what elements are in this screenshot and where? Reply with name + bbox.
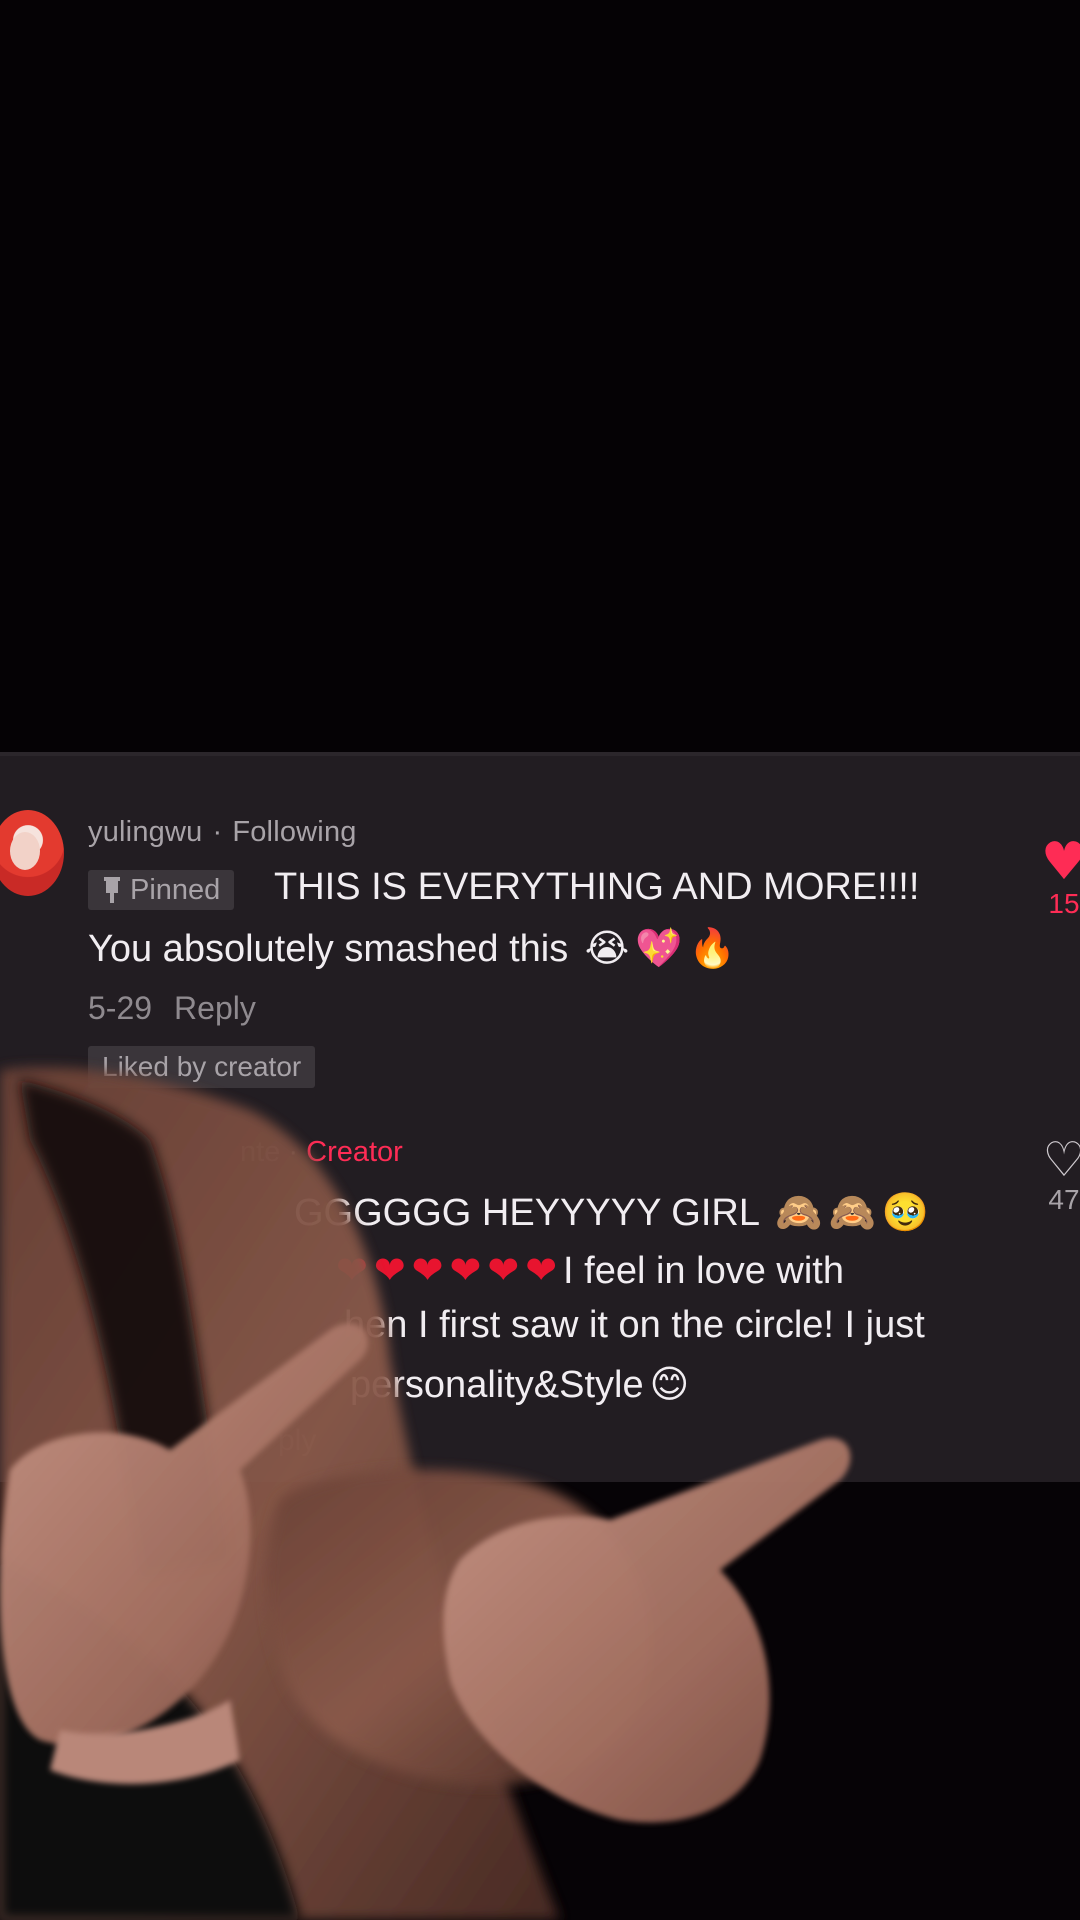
- like-button[interactable]: ♥ 15: [1034, 836, 1080, 920]
- creator-comment-line2: ❤❤❤❤❤❤I feel in love with: [336, 1248, 844, 1293]
- smiling-face-emoji-icon: 😊: [649, 1362, 690, 1406]
- comment-screenshot-panel: yulingwu · Following Pinned THIS IS EVERYT…: [0, 752, 1080, 1486]
- loudly-crying-emoji-icon: 😭: [584, 926, 630, 970]
- comment-text: You absolutely smashed this: [88, 928, 569, 970]
- video-top-area: [0, 0, 1080, 752]
- comment-date: 5-29: [88, 990, 153, 1026]
- comment-header: yulingwu · Following: [88, 816, 357, 849]
- like-button[interactable]: ♡ 47: [1034, 1136, 1080, 1216]
- pin-icon: [102, 877, 122, 903]
- like-count: 47: [1048, 1184, 1080, 1215]
- sparkling-heart-emoji-icon: 💖: [635, 926, 683, 970]
- creator-badge: Creator: [306, 1136, 403, 1168]
- see-no-evil-monkey-emoji-icon: 🙈: [775, 1190, 823, 1234]
- creator-comment-line1: GGGGGG HEYYYYY GIRL 🙈 🙈 🥹: [294, 1190, 929, 1235]
- username[interactable]: nte: [240, 1136, 280, 1168]
- pinned-label: Pinned: [130, 874, 221, 906]
- video-bottom-area: [0, 1482, 1080, 1920]
- creator-comment-line4: personality&Style 😊: [350, 1362, 689, 1407]
- comment-text: personality&Style: [350, 1364, 644, 1406]
- reply-button[interactable]: Reply: [174, 990, 256, 1026]
- username[interactable]: yulingwu: [88, 816, 202, 848]
- heart-outline-icon[interactable]: ♡: [1034, 1136, 1080, 1184]
- comment-meta: 5-29 Reply: [88, 990, 256, 1027]
- reply-button[interactable]: ply: [278, 1424, 316, 1458]
- heart-filled-icon[interactable]: ♥: [1034, 836, 1080, 888]
- pinned-badge: Pinned: [88, 870, 235, 910]
- video-frame: yulingwu · Following Pinned THIS IS EVERYT…: [0, 0, 1080, 1920]
- pleading-face-emoji-icon: 🥹: [881, 1190, 930, 1234]
- liked-by-creator-badge: Liked by creator: [88, 1046, 316, 1088]
- comment-text-line2: You absolutely smashed this 😭 💖 🔥: [88, 926, 736, 971]
- comment-text-line1: THIS IS EVERYTHING AND MORE!!!!: [274, 866, 920, 908]
- separator: ·: [212, 816, 223, 848]
- following-label: Following: [232, 816, 357, 848]
- see-no-evil-monkey-emoji-icon: 🙈: [828, 1190, 876, 1234]
- avatar[interactable]: [0, 810, 64, 896]
- separator: ·: [288, 1136, 299, 1168]
- fire-emoji-icon: 🔥: [688, 926, 736, 970]
- creator-comment-line3: hen I first saw it on the circle! I just: [344, 1304, 925, 1346]
- red-hearts-emoji-icon: ❤❤❤❤❤❤: [336, 1248, 564, 1292]
- like-count: 15: [1048, 888, 1080, 919]
- comment-text: GGGGGG HEYYYYY GIRL: [294, 1192, 759, 1234]
- creator-comment-header: nte · Creator: [240, 1136, 403, 1169]
- comment-text: I feel in love with: [563, 1250, 844, 1292]
- avatar-face: [10, 832, 40, 870]
